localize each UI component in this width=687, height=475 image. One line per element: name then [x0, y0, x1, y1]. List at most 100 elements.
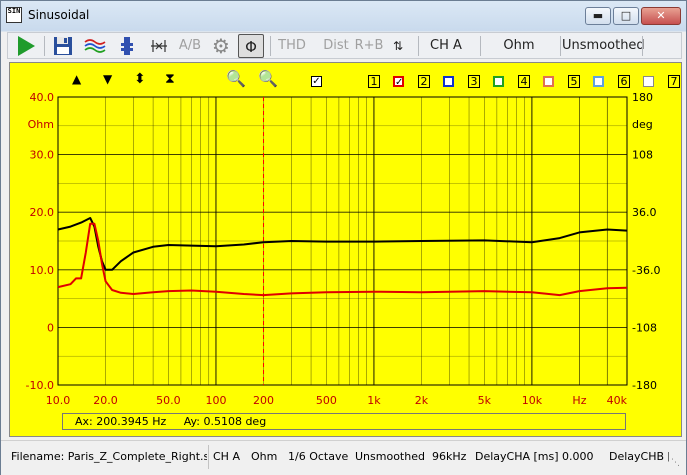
phase-icon: Φ	[245, 38, 257, 56]
probe-button[interactable]	[114, 34, 140, 58]
probe-icon	[121, 37, 133, 55]
collapse-icon[interactable]: ⧗	[165, 71, 175, 87]
multi-trace-icon	[84, 39, 106, 53]
ab-compare-button[interactable]: A/B	[176, 34, 204, 58]
close-button[interactable]: ✕	[641, 7, 681, 25]
channel-3-label: 3	[468, 75, 480, 88]
zoom-out-icon[interactable]: 🔍	[258, 69, 278, 88]
x-tick-label: 200	[253, 394, 274, 407]
maximize-icon: □	[620, 9, 632, 22]
channel-1-checkbox[interactable]: ✓	[393, 76, 404, 88]
y-left-tick-label: 0	[47, 321, 54, 334]
phase-trace	[57, 222, 628, 297]
y-right-tick-label: 180	[632, 91, 653, 104]
toolbar-separator	[418, 36, 419, 56]
toolbar-separator	[642, 36, 643, 56]
r-plus-b-button[interactable]: R+B	[354, 34, 384, 58]
channel-3-checkbox[interactable]	[493, 76, 504, 87]
save-button[interactable]	[50, 34, 76, 58]
app-icon: SIN	[6, 7, 22, 23]
master-channel-checkbox[interactable]: ✓	[311, 76, 322, 87]
distortion-button[interactable]: Dist	[322, 34, 350, 58]
overlay-traces-button[interactable]	[82, 34, 108, 58]
x-tick-label: 1k	[367, 394, 381, 407]
y-left-tick-label: 10.0	[30, 264, 55, 277]
unit-selector[interactable]: Ohm	[486, 34, 552, 58]
zoom-in-icon[interactable]: 🔍	[226, 69, 246, 88]
status-smoothing: Unsmoothed	[355, 450, 425, 463]
expand-icon[interactable]: ⬍	[134, 71, 146, 87]
x-tick-label: 20.0	[93, 394, 118, 407]
run-button[interactable]	[14, 34, 40, 58]
minimize-button[interactable]: ▬	[585, 7, 611, 25]
status-delay-chb: DelayCHB [n	[609, 450, 669, 463]
status-separator	[208, 445, 209, 469]
window-title: Sinusoidal	[28, 8, 90, 22]
x-tick-label: 50.0	[156, 394, 181, 407]
main-window: SIN Sinusoidal ▬ □ ✕ A/B ⚙ Φ THD Dist R+…	[0, 0, 687, 475]
channel-6-checkbox[interactable]	[643, 76, 654, 87]
impedance-chart[interactable]: 40.0 30.0 20.0 10.0 0 -10.0 Ohm 180 108 36.0 -36.0…	[10, 63, 681, 436]
x-tick-label: 5k	[478, 394, 492, 407]
x-tick-label: 10k	[522, 394, 543, 407]
channel-selector[interactable]: CH A	[422, 34, 470, 58]
compress-icon: ⇅	[392, 39, 404, 53]
y-right-tick-label: 36.0	[632, 206, 657, 219]
x-tick-label: 2k	[415, 394, 429, 407]
status-sample-rate: 96kHz	[432, 450, 467, 463]
channel-5-checkbox[interactable]	[593, 76, 604, 87]
status-bar: Filename: Paris_Z_Complete_Right.sin CH …	[1, 440, 686, 475]
channel-2-checkbox[interactable]	[443, 76, 454, 87]
grid-adjust-button[interactable]	[146, 34, 172, 58]
settings-button[interactable]: ⚙	[208, 34, 234, 58]
toolbar-separator	[44, 36, 45, 56]
thd-button[interactable]: THD	[276, 34, 308, 58]
y-right-axis-label: deg	[632, 118, 653, 131]
x-tick-label: 500	[316, 394, 337, 407]
y-right-tick-label: -36.0	[632, 264, 660, 277]
y-right-tick-label: -180	[632, 379, 657, 392]
x-tick-label: 40k	[607, 394, 628, 407]
smoothing-selector[interactable]: Unsmoothed	[562, 34, 645, 58]
title-bar[interactable]: SIN Sinusoidal ▬ □ ✕	[1, 1, 686, 29]
impedance-trace	[57, 217, 628, 271]
y-right-tick-label: 108	[632, 149, 653, 162]
scale-down-icon[interactable]: ▼	[103, 72, 112, 86]
channel-1-label: 1	[368, 75, 380, 88]
floppy-disk-icon	[54, 37, 72, 55]
toolbar-separator	[560, 36, 561, 56]
cursor-y-value: Ay: 0.5108 deg	[183, 415, 267, 428]
y-left-tick-label: 20.0	[30, 206, 55, 219]
cursor-x-value: Ax: 200.3945 Hz	[75, 415, 167, 428]
channel-5-label: 5	[568, 75, 580, 88]
channel-4-label: 4	[518, 75, 530, 88]
status-octave: 1/6 Octave	[288, 450, 349, 463]
plot-area[interactable]: 40.0 30.0 20.0 10.0 0 -10.0 Ohm 180 108 36.0 -36.0…	[9, 62, 682, 437]
minimize-icon: ▬	[592, 9, 604, 22]
toolbar: A/B ⚙ Φ THD Dist R+B ⇅ CH A Ohm Unsmooth…	[7, 32, 682, 59]
status-channel: CH A	[213, 450, 240, 463]
status-unit: Ohm	[251, 450, 278, 463]
y-left-tick-label: 30.0	[30, 149, 55, 162]
status-filename: Filename: Paris_Z_Complete_Right.sin	[11, 450, 207, 463]
maximize-button[interactable]: □	[613, 7, 639, 25]
gear-icon: ⚙	[212, 34, 230, 58]
compress-button[interactable]: ⇅	[388, 34, 408, 58]
close-icon: ✕	[656, 9, 666, 22]
y-left-tick-label: -10.0	[26, 379, 54, 392]
play-icon	[18, 36, 35, 56]
scale-up-icon[interactable]: ▲	[72, 72, 81, 86]
phase-button[interactable]: Φ	[238, 34, 264, 58]
channel-2-label: 2	[418, 75, 430, 88]
x-tick-label: 100	[205, 394, 226, 407]
status-delay-cha: DelayCHA [ms] 0.000	[475, 450, 594, 463]
y-left-tick-label: 40.0	[30, 91, 55, 104]
axis-adjust-icon	[151, 40, 167, 52]
channel-6-label: 6	[618, 75, 630, 88]
channel-4-checkbox[interactable]	[543, 76, 554, 87]
resize-grip-icon[interactable]: ⋱	[671, 455, 680, 471]
y-left-axis-label: Ohm	[28, 118, 54, 131]
y-right-tick-label: -108	[632, 321, 657, 334]
channel-7-label: 7	[668, 75, 680, 88]
toolbar-separator	[480, 36, 481, 56]
